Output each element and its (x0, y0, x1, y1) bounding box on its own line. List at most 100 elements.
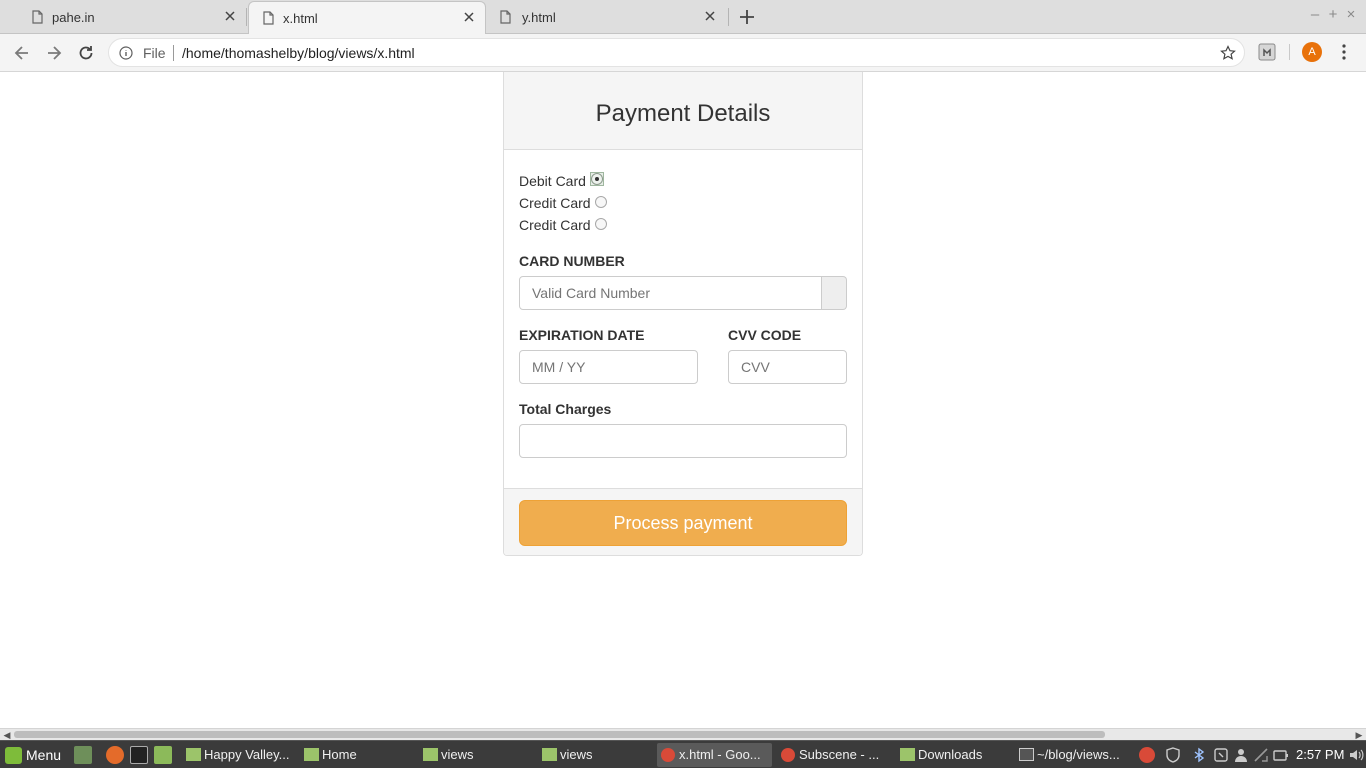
task-label: ~/blog/views... (1037, 747, 1120, 762)
firefox-icon[interactable] (106, 746, 124, 764)
page-viewport: Payment Details Debit Card Credit Card C… (0, 72, 1366, 728)
terminal-icon[interactable] (130, 746, 148, 764)
task-downloads[interactable]: Downloads (896, 743, 1008, 767)
task-chrome-subscene[interactable]: Subscene - ... (777, 743, 889, 767)
radio-debit-card[interactable] (590, 172, 604, 186)
task-home[interactable]: Home (300, 743, 412, 767)
tab-title: x.html (283, 11, 318, 26)
url-text[interactable]: /home/thomashelby/blog/views/x.html (182, 45, 415, 61)
sublime-icon (1019, 748, 1034, 761)
url-scheme: File (143, 45, 166, 61)
close-tab-icon[interactable] (463, 11, 475, 23)
files-icon[interactable] (154, 746, 172, 764)
tab-separator (728, 8, 729, 26)
radio-option-debit[interactable]: Debit Card (519, 173, 586, 189)
task-chrome-x-html[interactable]: x.html - Goo... (657, 743, 772, 767)
clock[interactable]: 2:57 PM (1296, 745, 1344, 765)
close-window-button[interactable]: × (1344, 7, 1358, 22)
radio-label: Debit Card (519, 173, 586, 189)
radio-label: Credit Card (519, 217, 591, 233)
info-icon[interactable] (119, 46, 133, 60)
page-title: Payment Details (595, 100, 771, 127)
update-icon[interactable] (1213, 747, 1229, 763)
radio-credit-card-1[interactable] (595, 196, 607, 208)
tab-separator (246, 8, 247, 26)
tab-x-html[interactable]: x.html (248, 1, 486, 34)
tab-strip: pahe.in x.html y.html – + × (0, 0, 1366, 34)
cvv-label: CVV CODE (728, 327, 802, 343)
chrome-icon (661, 748, 675, 762)
task-label: x.html - Goo... (679, 747, 761, 762)
radio-label: Credit Card (519, 195, 591, 211)
browser-toolbar: File /home/thomashelby/blog/views/x.html (0, 34, 1366, 72)
scroll-right-icon[interactable]: ▶ (1354, 730, 1364, 740)
folder-icon (304, 748, 319, 761)
folder-icon (186, 748, 201, 761)
card-number-addon (822, 276, 847, 310)
process-payment-button[interactable]: Process payment (519, 500, 847, 546)
expiration-input[interactable] (519, 350, 698, 384)
url-divider (173, 45, 174, 61)
task-views-2[interactable]: views (538, 743, 650, 767)
tab-title: y.html (522, 10, 556, 25)
new-tab-icon[interactable] (738, 8, 756, 26)
total-charges-label: Total Charges (519, 401, 612, 417)
bookmark-star-icon[interactable] (1220, 45, 1236, 61)
chrome-tray-icon[interactable] (1139, 747, 1155, 763)
address-bar[interactable]: File /home/thomashelby/blog/views/x.html (108, 38, 1245, 67)
radio-dot (591, 173, 603, 185)
mint-logo-icon (5, 747, 22, 764)
horizontal-scrollbar[interactable]: ◀ ▶ (0, 728, 1366, 740)
task-label: Happy Valley... (204, 747, 290, 762)
close-tab-icon[interactable] (704, 10, 716, 22)
avatar[interactable]: A (1302, 42, 1322, 62)
show-desktop-icon[interactable] (74, 746, 92, 764)
volume-icon[interactable] (1348, 747, 1364, 763)
scroll-left-icon[interactable]: ◀ (2, 730, 12, 740)
taskbar: Menu Happy Valley... Home views views x.… (0, 740, 1366, 768)
task-sublime[interactable]: ~/blog/views... (1015, 743, 1130, 767)
bluetooth-icon[interactable] (1191, 747, 1207, 763)
document-icon (32, 10, 43, 24)
maximize-button[interactable]: + (1326, 7, 1340, 22)
back-icon[interactable] (12, 43, 32, 63)
close-tab-icon[interactable] (224, 10, 236, 22)
total-charges-input[interactable] (519, 424, 847, 458)
menu-label: Menu (26, 747, 62, 763)
task-happy-valley[interactable]: Happy Valley... (182, 743, 294, 767)
shield-icon[interactable] (1165, 747, 1181, 763)
battery-icon[interactable] (1273, 747, 1289, 763)
task-label: views (560, 747, 593, 762)
radio-credit-card-2[interactable] (595, 218, 607, 230)
tab-y-html[interactable]: y.html (488, 1, 726, 34)
task-label: Downloads (918, 747, 983, 762)
folder-icon (900, 748, 915, 761)
user-icon[interactable] (1233, 747, 1249, 763)
panel-heading: Payment Details (504, 72, 862, 150)
card-number-input[interactable] (519, 276, 822, 310)
payment-panel: Payment Details Debit Card Credit Card C… (503, 72, 863, 556)
minimize-button[interactable]: – (1308, 7, 1322, 22)
tab-pahe[interactable]: pahe.in (8, 1, 246, 34)
task-label: Subscene - ... (799, 747, 880, 762)
task-views-1[interactable]: views (419, 743, 531, 767)
task-label: Home (322, 747, 357, 762)
reload-icon[interactable] (76, 43, 96, 63)
folder-icon (423, 748, 438, 761)
forward-icon[interactable] (44, 43, 64, 63)
radio-option-credit-1[interactable]: Credit Card (519, 195, 591, 211)
document-icon (263, 11, 274, 25)
radio-option-credit-2[interactable]: Credit Card (519, 217, 591, 233)
scrollbar-thumb[interactable] (14, 731, 1105, 738)
chrome-icon (781, 748, 795, 762)
cvv-input[interactable] (728, 350, 847, 384)
more-menu-icon[interactable] (1336, 42, 1352, 62)
panel-footer: Process payment (504, 488, 862, 555)
card-number-label: CARD NUMBER (519, 253, 625, 269)
tab-title: pahe.in (52, 10, 95, 25)
toolbar-divider (1289, 44, 1290, 60)
extension-icon[interactable] (1258, 43, 1276, 61)
expiration-label: EXPIRATION DATE (519, 327, 645, 343)
network-icon[interactable] (1253, 747, 1269, 763)
start-menu-button[interactable]: Menu (4, 744, 61, 766)
